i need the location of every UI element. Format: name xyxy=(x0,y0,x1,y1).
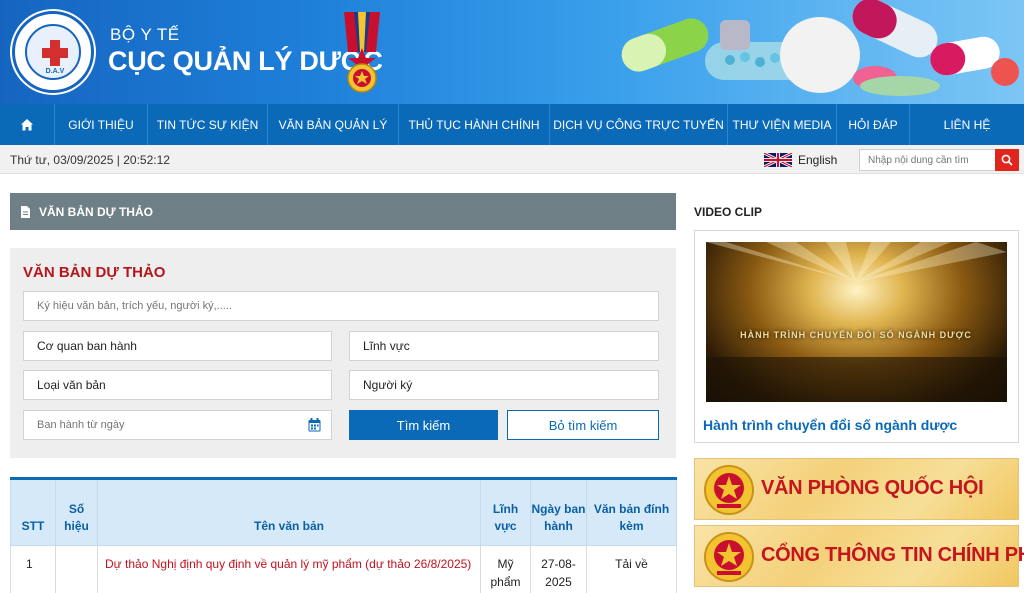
date-field xyxy=(23,410,332,440)
site-search-input[interactable] xyxy=(860,150,996,170)
video-widget: HÀNH TRÌNH CHUYỂN ĐỔI SỐ NGÀNH DƯỢC Hành… xyxy=(694,230,1019,443)
date-from-input[interactable] xyxy=(37,411,297,439)
agency-select[interactable]: Cơ quan ban hành xyxy=(23,331,332,361)
col-header-field: Lĩnh vực xyxy=(480,478,531,546)
home-icon xyxy=(21,118,33,130)
current-datetime: Thứ tư, 03/09/2025 | 20:52:12 xyxy=(10,153,170,167)
clear-search-button[interactable]: Bỏ tìm kiếm xyxy=(507,410,659,440)
col-header-name: Tên văn bản xyxy=(97,478,481,546)
col-header-stt: STT xyxy=(10,478,56,546)
video-heading: VIDEO CLIP xyxy=(694,205,763,219)
uk-flag-icon xyxy=(764,152,792,167)
language-switcher[interactable]: English xyxy=(764,151,837,168)
ministry-name: BỘ Y TẾ xyxy=(110,25,180,44)
col-header-attachment: Văn bản đính kèm xyxy=(586,478,677,546)
light-rays-icon xyxy=(706,242,1007,402)
section-title: VĂN BẢN DỰ THẢO xyxy=(39,204,153,219)
nav-hoi-dap[interactable]: HỎI ĐÁP xyxy=(837,104,910,145)
doc-type-select[interactable]: Loại văn bản xyxy=(23,370,332,400)
national-emblem-icon xyxy=(704,465,754,515)
site-header: D.A.V BỘ Y TẾ CỤC QUẢN LÝ DƯỢC xyxy=(0,0,1024,104)
info-bar: Thứ tư, 03/09/2025 | 20:52:12 English xyxy=(0,145,1024,174)
video-overlay-text: HÀNH TRÌNH CHUYỂN ĐỔI SỐ NGÀNH DƯỢC xyxy=(740,330,972,340)
banner-label: CỔNG THÔNG TIN CHÍNH PHỦ xyxy=(761,544,1024,566)
national-emblem-icon xyxy=(704,532,754,582)
nav-dich-vu-cong[interactable]: DỊCH VỤ CÔNG TRỰC TUYẾN xyxy=(550,104,728,145)
col-header-number: Số hiệu xyxy=(55,478,98,546)
nav-lien-he[interactable]: LIÊN HỆ xyxy=(910,104,1024,145)
logo-cross-horizontal xyxy=(42,48,68,58)
nav-thu-tuc-hanh-chinh[interactable]: THỦ TỤC HÀNH CHÍNH xyxy=(399,104,550,145)
section-header: VĂN BẢN DỰ THẢO xyxy=(10,193,676,230)
banner-van-phong-quoc-hoi[interactable]: VĂN PHÒNG QUỐC HỘI xyxy=(694,458,1019,520)
row-number xyxy=(55,545,98,593)
row-document-link[interactable]: Dự thảo Nghị định quy định về quản lý mỹ… xyxy=(97,545,481,593)
main-nav: GIỚI THIỆU TIN TỨC SỰ KIỆN VĂN BẢN QUẢN … xyxy=(0,104,1024,145)
nav-tin-tuc-su-kien[interactable]: TIN TỨC SỰ KIỆN xyxy=(148,104,268,145)
signer-select[interactable]: Người ký xyxy=(349,370,659,400)
row-download-link[interactable]: Tải về xyxy=(586,545,677,593)
video-thumbnail[interactable]: HÀNH TRÌNH CHUYỂN ĐỔI SỐ NGÀNH DƯỢC xyxy=(706,242,1007,402)
table-row: 1 Dự thảo Nghị định quy định về quản lý … xyxy=(10,545,677,593)
site-search xyxy=(859,149,1019,171)
keyword-input[interactable] xyxy=(37,292,658,320)
field-select[interactable]: Lĩnh vực xyxy=(349,331,659,361)
table-header-row: STT Số hiệu Tên văn bản Lĩnh vực Ngày ba… xyxy=(10,478,677,546)
search-icon xyxy=(1001,154,1013,166)
search-button[interactable]: Tìm kiếm xyxy=(349,410,498,440)
calendar-icon[interactable] xyxy=(308,418,321,432)
medal-icon xyxy=(344,12,380,93)
site-search-button[interactable] xyxy=(995,149,1019,171)
ministry-logo[interactable]: D.A.V xyxy=(12,11,94,93)
keyword-field xyxy=(23,291,659,321)
pills-illustration-icon xyxy=(621,0,1019,96)
filter-panel: VĂN BẢN DỰ THẢO Cơ quan ban hành Lĩnh vự… xyxy=(10,248,676,458)
logo-text: D.A.V xyxy=(45,68,65,75)
filter-title: VĂN BẢN DỰ THẢO xyxy=(23,264,166,281)
col-header-date: Ngày ban hành xyxy=(530,478,587,546)
nav-gioi-thieu[interactable]: GIỚI THIỆU xyxy=(55,104,148,145)
video-caption-link[interactable]: Hành trình chuyển đổi số ngành dược xyxy=(703,417,957,433)
nav-van-ban-quan-ly[interactable]: VĂN BẢN QUẢN LÝ xyxy=(268,104,399,145)
documents-table: STT Số hiệu Tên văn bản Lĩnh vực Ngày ba… xyxy=(10,477,677,593)
document-icon xyxy=(21,205,30,218)
banner-label: VĂN PHÒNG QUỐC HỘI xyxy=(761,477,984,499)
row-field: Mỹ phẩm xyxy=(480,545,531,593)
language-label: English xyxy=(798,152,838,167)
nav-home[interactable] xyxy=(0,104,55,145)
banner-cong-thong-tin-chinh-phu[interactable]: CỔNG THÔNG TIN CHÍNH PHỦ xyxy=(694,525,1024,587)
logo-emblem: D.A.V xyxy=(25,24,81,80)
nav-thu-vien-media[interactable]: THƯ VIỆN MEDIA xyxy=(728,104,837,145)
row-stt: 1 xyxy=(10,545,56,593)
row-date: 27-08-2025 xyxy=(530,545,587,593)
